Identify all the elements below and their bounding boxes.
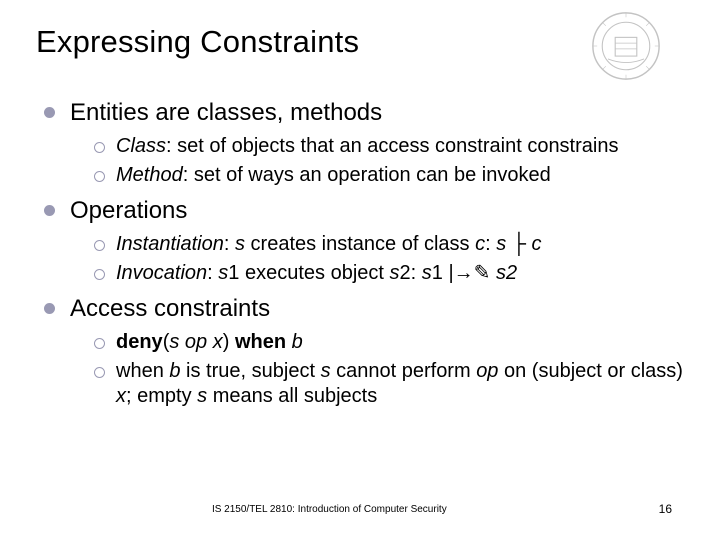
- page-number: 16: [659, 502, 672, 516]
- bold: when: [235, 331, 286, 353]
- ital: s op x: [169, 331, 222, 353]
- txt: is true, subject: [181, 360, 321, 382]
- txt: on (subject or class): [498, 360, 683, 382]
- ital: s: [321, 360, 331, 382]
- txt: when: [116, 360, 169, 382]
- ital: c: [532, 233, 542, 255]
- ital: b: [292, 331, 303, 353]
- txt: creates instance of class: [245, 233, 475, 255]
- rest: : set of ways an operation can be invoke…: [183, 164, 551, 186]
- txt: 2:: [400, 262, 422, 284]
- ital: op: [476, 360, 498, 382]
- ital: s: [496, 233, 506, 255]
- ital: x: [116, 385, 126, 407]
- txt: ; empty: [126, 385, 197, 407]
- txt: means all subjects: [207, 385, 377, 407]
- txt: 1 executes object: [228, 262, 389, 284]
- ital: s: [235, 233, 245, 255]
- subbullet-deny: deny(s op x) when b: [94, 330, 684, 355]
- seal-logo: [590, 10, 662, 82]
- footer-course: IS 2150/TEL 2810: Introduction of Comput…: [0, 504, 659, 515]
- slide-title: Expressing Constraints: [36, 24, 684, 60]
- txt: ├: [506, 233, 531, 255]
- term: Class: [116, 135, 166, 157]
- subbullet-class: Class: set of objects that an access con…: [94, 134, 684, 159]
- ital: c: [475, 233, 485, 255]
- ital: s: [197, 385, 207, 407]
- ital: s2: [496, 262, 517, 284]
- txt: :: [485, 233, 496, 255]
- ital: b: [169, 360, 180, 382]
- bullet-access-constraints: Access constraints deny(s op x) when b w…: [44, 294, 684, 409]
- txt: cannot perform: [331, 360, 477, 382]
- ital: s: [390, 262, 400, 284]
- txt: 1 |→✎: [432, 262, 496, 284]
- l1-text: Entities are classes, methods: [70, 98, 684, 128]
- l1-text: Access constraints: [70, 294, 684, 324]
- subbullet-method: Method: set of ways an operation can be …: [94, 163, 684, 188]
- ital: s: [422, 262, 432, 284]
- txt: :: [207, 262, 218, 284]
- bullet-entities: Entities are classes, methods Class: set…: [44, 98, 684, 188]
- rest: : set of objects that an access constrai…: [166, 135, 618, 157]
- subbullet-instantiation: Instantiation: s creates instance of cla…: [94, 232, 684, 257]
- l1-text: Operations: [70, 196, 684, 226]
- txt: :: [224, 233, 235, 255]
- subbullet-when: when b is true, subject s cannot perform…: [94, 359, 684, 409]
- term: Invocation: [116, 262, 207, 284]
- term: Instantiation: [116, 233, 224, 255]
- term: Method: [116, 164, 183, 186]
- bullet-operations: Operations Instantiation: s creates inst…: [44, 196, 684, 286]
- ital: s: [218, 262, 228, 284]
- subbullet-invocation: Invocation: s1 executes object s2: s1 |→…: [94, 261, 684, 286]
- bold: deny: [116, 331, 163, 353]
- txt: ): [223, 331, 235, 353]
